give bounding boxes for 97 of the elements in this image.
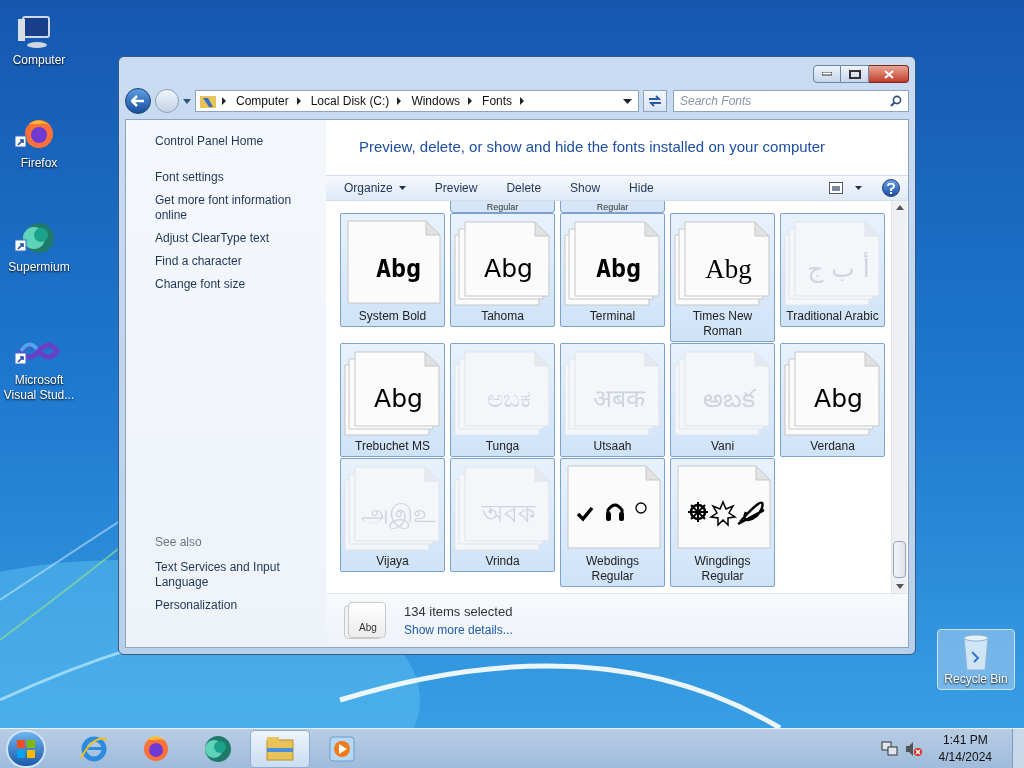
caret-icon bbox=[855, 186, 862, 190]
back-button[interactable] bbox=[125, 88, 151, 114]
toolbar-button[interactable]: Delete bbox=[498, 177, 550, 199]
sidebar-link[interactable]: Get more font information online bbox=[155, 193, 320, 223]
sidebar-link[interactable]: Text Services and Input Language bbox=[155, 560, 320, 590]
history-dropdown-icon[interactable] bbox=[183, 98, 191, 104]
media-player-icon bbox=[327, 733, 357, 764]
sidebar-link[interactable]: Change font size bbox=[155, 277, 320, 292]
help-icon bbox=[887, 182, 895, 194]
clock-time[interactable]: 1:41 PM bbox=[942, 731, 988, 749]
font-label: Verdana bbox=[809, 439, 856, 454]
selection-count: 134 items selected bbox=[404, 602, 513, 621]
toolbar-button[interactable]: Show bbox=[562, 177, 609, 199]
font-sample: Abg bbox=[374, 253, 423, 286]
sidebar-link[interactable]: Control Panel Home bbox=[155, 134, 320, 149]
breadcrumb[interactable]: Windows bbox=[409, 92, 463, 110]
taskbar-button[interactable] bbox=[250, 729, 310, 768]
font-tile[interactable]: Abg Verdana bbox=[780, 343, 885, 457]
scroll-thumb[interactable] bbox=[893, 541, 906, 578]
font-label: Wingdings Regular bbox=[693, 554, 752, 584]
desktop-icon[interactable]: Computer bbox=[0, 10, 78, 71]
show-details-link[interactable]: Show more details... bbox=[404, 621, 513, 640]
heading: Preview, delete, or show and hide the fonts installed on your computer bbox=[358, 137, 827, 158]
font-sample: Abg bbox=[594, 253, 643, 286]
font-tile[interactable]: Abg Times New Roman bbox=[670, 213, 775, 342]
address-bar[interactable]: Computer Local Disk (C:) Windows Fonts bbox=[195, 90, 639, 112]
font-tile[interactable]: Abg System Bold bbox=[340, 213, 445, 327]
close-icon bbox=[883, 69, 894, 79]
volume-muted-icon[interactable] bbox=[904, 740, 923, 757]
maximize-button[interactable] bbox=[841, 65, 869, 83]
dropdown-arrow-icon[interactable] bbox=[623, 98, 632, 104]
sidebar-link[interactable]: Font settings bbox=[155, 170, 320, 185]
font-label: Tunga bbox=[484, 439, 521, 454]
font-sample: Abg bbox=[483, 253, 534, 286]
font-tile[interactable]: Regular bbox=[450, 201, 555, 213]
sidebar-link[interactable]: Personalization bbox=[155, 598, 320, 613]
browser-icon bbox=[203, 733, 233, 764]
start-button[interactable] bbox=[6, 729, 46, 768]
font-label: Terminal bbox=[588, 309, 637, 324]
font-tile[interactable]: Abg Tahoma bbox=[450, 213, 555, 327]
desktop-icon[interactable]: Firefox bbox=[0, 113, 78, 174]
browser-icon bbox=[141, 733, 171, 764]
font-label: System Bold bbox=[357, 309, 428, 324]
icon-label: Firefox bbox=[20, 156, 58, 171]
help-button[interactable] bbox=[882, 179, 900, 197]
icon-label: Microsoft Visual Stud... bbox=[2, 373, 76, 403]
font-label: Tahoma bbox=[480, 309, 525, 324]
scroll-up-icon[interactable] bbox=[895, 205, 904, 210]
icon-label: Supermium bbox=[8, 260, 70, 275]
font-sample: Abg bbox=[704, 252, 753, 286]
search-field[interactable]: Search Fonts bbox=[673, 90, 909, 112]
back-arrow-icon bbox=[131, 95, 145, 107]
font-label: Trebuchet MS bbox=[354, 439, 431, 454]
network-icon[interactable] bbox=[880, 740, 899, 757]
breadcrumb[interactable]: Computer bbox=[234, 92, 291, 110]
font-label: Webdings Regular bbox=[584, 554, 641, 584]
font-sample: Abg bbox=[813, 383, 864, 416]
maximize-icon bbox=[848, 69, 861, 79]
font-tile[interactable]: Abg Terminal bbox=[560, 213, 665, 327]
font-tile[interactable]: Regular bbox=[560, 201, 665, 213]
icon-label: Computer bbox=[12, 53, 66, 68]
font-label: Times New Roman bbox=[691, 309, 754, 339]
search-icon bbox=[890, 95, 902, 107]
font-label: Traditional Arabic bbox=[785, 309, 880, 324]
close-button[interactable] bbox=[869, 65, 909, 83]
font-label: Regular bbox=[596, 202, 629, 212]
desktop-icon[interactable]: Microsoft Visual Stud... bbox=[0, 330, 78, 406]
font-label: Vijaya bbox=[375, 554, 410, 569]
sidebar-link[interactable]: Adjust ClearType text bbox=[155, 231, 320, 246]
font-tile[interactable]: Wingdings Regular bbox=[670, 458, 775, 587]
font-label: Utsaah bbox=[592, 439, 633, 454]
font-tile[interactable]: Webdings Regular bbox=[560, 458, 665, 587]
font-tile[interactable]: Abg Trebuchet MS bbox=[340, 343, 445, 457]
see-also-heading: See also bbox=[155, 534, 203, 551]
font-label: Vrinda bbox=[484, 554, 521, 569]
icon-sample: Abg bbox=[359, 620, 377, 635]
desktop-icon[interactable]: Supermium bbox=[0, 217, 78, 278]
refresh-icon bbox=[648, 95, 662, 107]
toolbar-button[interactable]: Hide bbox=[621, 177, 662, 199]
scroll-down-icon[interactable] bbox=[895, 584, 904, 589]
font-label: Regular bbox=[486, 202, 519, 212]
clock-date[interactable]: 4/14/2024 bbox=[938, 748, 992, 766]
breadcrumb[interactable]: Fonts bbox=[480, 92, 515, 110]
webdings-symbols-drawing bbox=[576, 502, 647, 522]
breadcrumb[interactable]: Local Disk (C:) bbox=[308, 92, 392, 110]
view-icon bbox=[829, 182, 843, 194]
search-input[interactable]: Search Fonts bbox=[680, 92, 890, 110]
toolbar-button[interactable]: Preview bbox=[426, 177, 486, 199]
minimize-icon bbox=[822, 72, 832, 76]
refresh-button[interactable] bbox=[643, 90, 667, 112]
windows-logo-icon bbox=[17, 739, 35, 758]
sidebar-link[interactable]: Find a character bbox=[155, 254, 320, 269]
font-label: Vani bbox=[709, 439, 736, 454]
toolbar-button[interactable]: Organize bbox=[336, 177, 414, 199]
font-sample: Abg bbox=[373, 383, 424, 416]
icon-label: Recycle Bin bbox=[944, 672, 1008, 687]
scrollbar[interactable] bbox=[891, 201, 907, 593]
